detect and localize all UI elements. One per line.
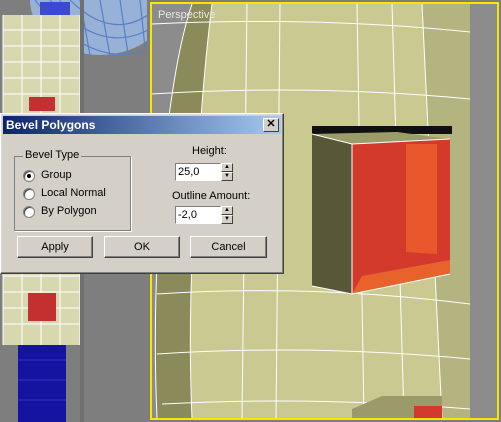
close-icon[interactable]: ✕ — [263, 118, 279, 132]
height-spinner[interactable]: ▲ ▼ — [175, 163, 233, 181]
dialog-titlebar[interactable]: Bevel Polygons ✕ — [3, 116, 281, 134]
spin-down-icon[interactable]: ▼ — [221, 172, 233, 181]
outline-amount-label: Outline Amount: — [172, 190, 251, 202]
bevel-type-label: Bevel Type — [23, 149, 82, 161]
viewport-label[interactable]: Perspective — [158, 9, 215, 21]
outline-amount-spinner[interactable]: ▲ ▼ — [175, 206, 233, 224]
dialog-title: Bevel Polygons — [6, 118, 96, 132]
spin-down-icon[interactable]: ▼ — [221, 215, 233, 224]
outline-amount-input[interactable] — [175, 206, 221, 224]
radio-local-normal-indicator[interactable] — [23, 188, 35, 200]
cancel-button[interactable]: Cancel — [190, 236, 267, 258]
height-spin-buttons[interactable]: ▲ ▼ — [221, 163, 233, 181]
bevel-polygons-dialog: Bevel Polygons ✕ Bevel Type Group Local … — [0, 113, 284, 274]
radio-by-polygon-label[interactable]: By Polygon — [41, 205, 97, 217]
radio-local-normal-label[interactable]: Local Normal — [41, 187, 106, 199]
radio-by-polygon-indicator[interactable] — [23, 206, 35, 218]
radio-group-indicator[interactable] — [23, 170, 35, 182]
height-label: Height: — [192, 145, 227, 157]
apply-button[interactable]: Apply — [17, 236, 93, 258]
height-input[interactable] — [175, 163, 221, 181]
outline-spin-buttons[interactable]: ▲ ▼ — [221, 206, 233, 224]
spin-up-icon[interactable]: ▲ — [221, 206, 233, 215]
ok-button[interactable]: OK — [104, 236, 180, 258]
radio-group-label[interactable]: Group — [41, 169, 72, 181]
spin-up-icon[interactable]: ▲ — [221, 163, 233, 172]
